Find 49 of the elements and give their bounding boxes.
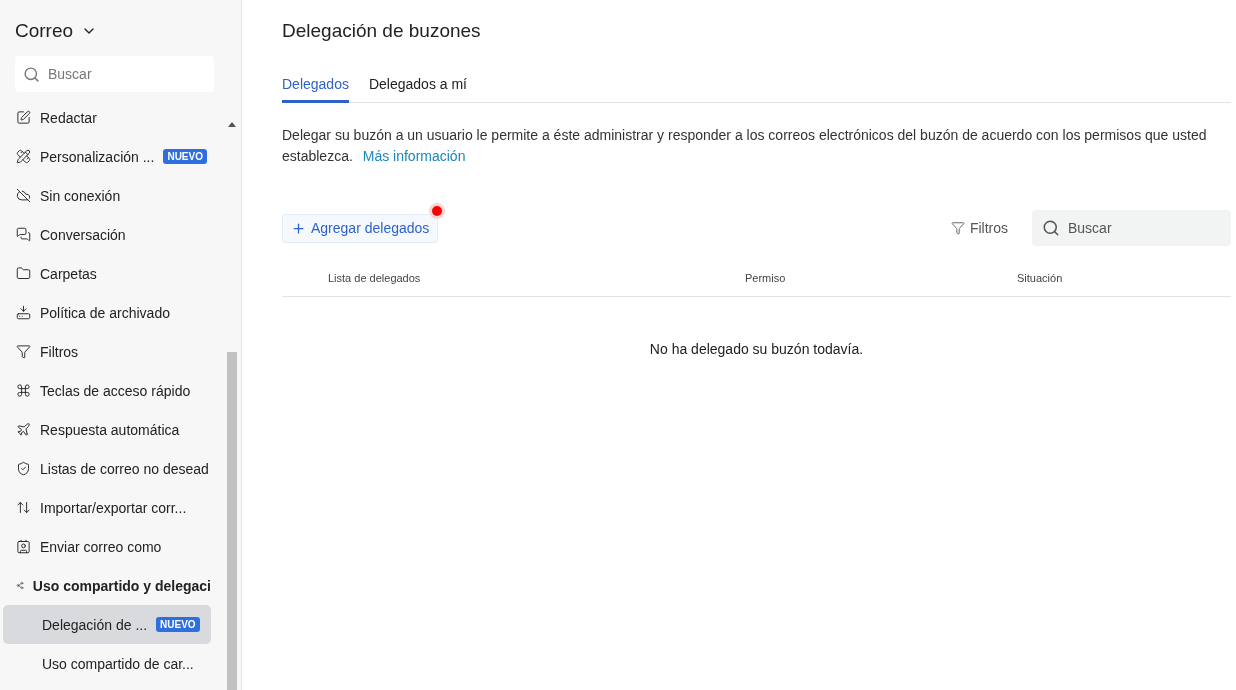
sidebar-item[interactable]: Política de archivado [3, 293, 211, 332]
sidebar-item[interactable]: Sin conexión [3, 176, 211, 215]
new-badge: NUEVO [156, 617, 200, 632]
tray-icon [16, 305, 31, 320]
more-info-link[interactable]: Más información [362, 148, 466, 164]
sidebar-item[interactable]: Delegación de ... NUEVO [3, 605, 211, 644]
search-field[interactable]: Buscar [15, 56, 214, 92]
tab[interactable]: Delegados a mí [368, 70, 467, 103]
search-field[interactable]: Buscar [1032, 210, 1231, 246]
sidebar-item[interactable]: Personalización ... NUEVO [3, 137, 211, 176]
section-title: Correo [15, 20, 74, 42]
column-header: Situación [1017, 272, 1064, 284]
add-delegates-button[interactable]: Agregar delegados [282, 213, 439, 243]
command-icon [16, 383, 31, 398]
sidebar-item[interactable]: Filtros [3, 332, 211, 371]
sidebar-item[interactable]: Carpetas [3, 254, 211, 293]
plane-icon [16, 422, 31, 437]
scroll-up-icon[interactable] [228, 122, 236, 127]
edit-icon [16, 110, 31, 125]
scrollbar-thumb[interactable] [227, 352, 237, 690]
description-text: Delegar su buzón a un usuario le permite a éste administrar y responder a los correos electrónicos del buzón de acuerdo con los permisos que usted establezca. Más información [282, 126, 1208, 166]
new-badge: NUEVO [163, 149, 207, 164]
filters-button[interactable]: Filtros [944, 219, 1014, 237]
shield-check-icon [16, 461, 31, 476]
chat-icon [16, 227, 31, 242]
column-header: Lista de delegados [328, 272, 422, 284]
sidebar-item[interactable]: Teclas de acceso rápido [3, 371, 211, 410]
sidebar-item[interactable]: Enviar correo como [3, 527, 211, 566]
search-icon [23, 65, 40, 83]
empty-message: No ha delegado su buzón todavía. [648, 341, 865, 357]
search-icon [1042, 219, 1060, 237]
sidebar-item[interactable]: Importar/exportar corr... [3, 488, 211, 527]
column-header: Permiso [745, 272, 787, 284]
tab[interactable]: Delegados [282, 70, 349, 103]
sidebar-item[interactable]: Uso compartido de car... [3, 644, 211, 683]
sidebar-item[interactable]: Listas de correo no desead [3, 449, 211, 488]
sidebar-item[interactable]: Redactar [3, 98, 211, 137]
sidebar-item[interactable]: Uso compartido y delegaci [3, 566, 211, 605]
folder-icon [16, 266, 31, 281]
page-title: Delegación de buzones [282, 20, 482, 42]
sidebar-item[interactable]: Conversación [3, 215, 211, 254]
pencil-ruler-icon [16, 149, 31, 164]
plus-icon [291, 220, 306, 236]
filter-icon [950, 221, 965, 235]
contact-card-icon [16, 539, 31, 554]
filter-icon [16, 344, 31, 359]
cloud-off-icon [16, 188, 31, 203]
arrows-icon [16, 500, 31, 515]
sidebar-item[interactable]: Respuesta automática [3, 410, 211, 449]
